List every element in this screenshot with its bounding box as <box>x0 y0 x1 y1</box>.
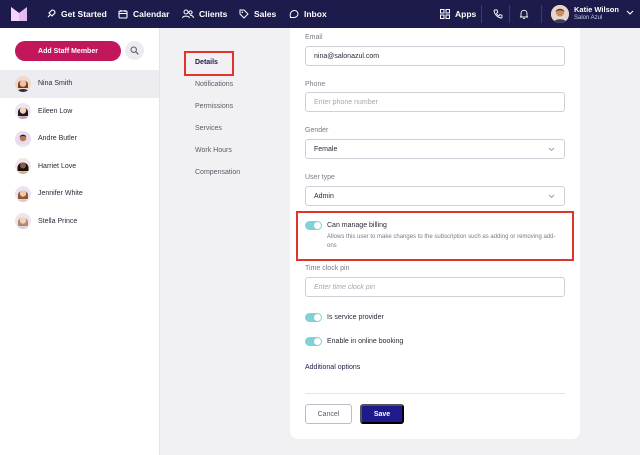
staff-name: Stella Prince <box>38 217 78 225</box>
time-clock-label: Time clock pin <box>305 265 350 272</box>
staff-item-stella-prince[interactable]: Stella Prince <box>0 208 159 236</box>
menu-work-hours[interactable]: Work Hours <box>195 147 232 154</box>
staff-list: Nina Smith Eileen Low Andre Butler Harri… <box>0 70 159 235</box>
nav-get-started[interactable]: Get Started <box>46 0 107 28</box>
user-type-select[interactable]: Admin <box>305 186 565 206</box>
save-button[interactable]: Save <box>360 404 404 424</box>
menu-permissions[interactable]: Permissions <box>195 103 233 110</box>
staff-name: Eileen Low <box>38 107 73 115</box>
user-type-label: User type <box>305 174 335 181</box>
nav-divider <box>481 5 482 23</box>
top-nav: Get Started Calendar Clients Sales Inbox… <box>0 0 640 28</box>
nav-clients[interactable]: Clients <box>182 0 227 28</box>
calendar-icon <box>118 10 128 19</box>
cancel-button[interactable]: Cancel <box>305 404 352 424</box>
staff-name: Jennifer White <box>38 190 83 198</box>
nav-label: Calendar <box>133 9 170 19</box>
menu-details[interactable]: Details <box>195 59 218 66</box>
avatar <box>15 213 31 230</box>
form-divider <box>305 393 565 394</box>
service-provider-label: Is service provider <box>327 314 384 321</box>
email-label: Email <box>305 34 323 41</box>
menu-compensation[interactable]: Compensation <box>195 169 240 176</box>
staff-panel: Add Staff Member Nina Smith Eileen Low A… <box>0 28 160 455</box>
nav-label: Clients <box>199 9 228 19</box>
staff-item-harriet-love[interactable]: Harriet Love <box>0 153 159 181</box>
user-menu[interactable]: Katie Wilson Salon Azul <box>551 4 619 24</box>
online-booking-label: Enable in online booking <box>327 338 404 345</box>
notifications-button[interactable] <box>519 0 534 28</box>
staff-item-andre-butler[interactable]: Andre Butler <box>0 125 159 153</box>
nav-divider <box>541 5 542 23</box>
staff-item-eileen-low[interactable]: Eileen Low <box>0 98 159 126</box>
nav-apps[interactable]: Apps <box>440 0 476 28</box>
user-name: Katie Wilson <box>574 5 619 14</box>
chevron-down-icon <box>548 194 555 199</box>
app-logo-icon[interactable] <box>11 7 27 21</box>
service-provider-toggle[interactable] <box>305 313 322 322</box>
search-icon <box>130 46 139 55</box>
avatar <box>15 75 31 92</box>
avatar <box>15 103 31 120</box>
phone-button[interactable] <box>493 0 508 28</box>
search-button[interactable] <box>125 41 144 60</box>
nav-calendar[interactable]: Calendar <box>118 0 169 28</box>
chevron-down-icon <box>548 147 555 152</box>
billing-description: Allows this user to make changes to the … <box>327 234 556 249</box>
menu-services[interactable]: Services <box>195 125 222 132</box>
staff-item-jennifer-white[interactable]: Jennifer White <box>0 180 159 208</box>
nav-divider <box>509 5 510 23</box>
avatar <box>15 158 31 175</box>
phone-field[interactable]: Enter phone number <box>305 92 565 112</box>
bell-icon <box>519 9 529 19</box>
additional-options-link[interactable]: Additional options <box>305 364 360 371</box>
user-type-value: Admin <box>314 192 334 200</box>
phone-label: Phone <box>305 81 326 88</box>
user-salon: Salon Azul <box>574 15 603 21</box>
avatar <box>15 185 31 202</box>
apps-grid-icon <box>440 9 450 19</box>
nav-label: Get Started <box>61 9 107 19</box>
staff-name: Andre Butler <box>38 135 77 143</box>
clients-icon <box>182 9 194 19</box>
billing-label: Can manage billing <box>327 222 387 229</box>
avatar <box>15 130 31 147</box>
inbox-icon <box>289 9 299 18</box>
time-clock-field[interactable]: Enter time clock pin <box>305 277 565 297</box>
nav-label: Sales <box>254 9 277 19</box>
gender-label: Gender <box>305 127 329 134</box>
staff-name: Nina Smith <box>38 80 73 88</box>
avatar <box>551 5 569 23</box>
billing-toggle[interactable] <box>305 221 322 230</box>
phone-icon <box>493 9 503 19</box>
nav-label: Apps <box>455 9 477 19</box>
rocket-icon <box>47 9 56 18</box>
gender-value: Female <box>314 145 338 153</box>
staff-name: Harriet Love <box>38 162 77 170</box>
staff-item-nina-smith[interactable]: Nina Smith <box>0 70 159 98</box>
menu-notifications[interactable]: Notifications <box>195 81 233 88</box>
nav-label: Inbox <box>304 9 327 19</box>
nav-inbox[interactable]: Inbox <box>289 0 327 28</box>
gender-select[interactable]: Female <box>305 139 565 159</box>
email-field[interactable]: nina@salonazul.com <box>305 46 565 66</box>
nav-sales[interactable]: Sales <box>239 0 276 28</box>
online-booking-toggle[interactable] <box>305 337 322 346</box>
chevron-down-icon[interactable] <box>626 10 634 16</box>
tag-icon <box>239 9 249 19</box>
add-staff-member-button[interactable]: Add Staff Member <box>15 41 121 61</box>
